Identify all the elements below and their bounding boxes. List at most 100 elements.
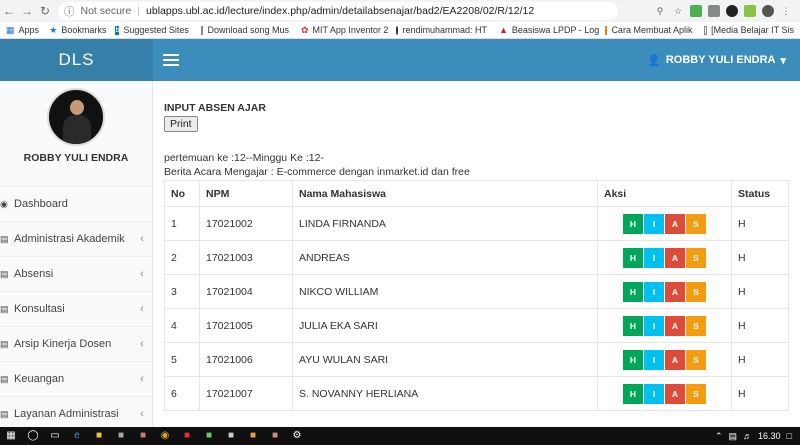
sidebar-item-absensi[interactable]: ▤ Absensi ‹ <box>0 256 152 291</box>
secure-label: Not secure <box>80 5 132 17</box>
sidebar-item-label: Dashboard <box>14 198 68 210</box>
profile-icon[interactable] <box>762 5 774 17</box>
aksi-button-h[interactable]: H <box>623 281 643 302</box>
aksi-button-s[interactable]: S <box>686 247 706 268</box>
windows-start-icon[interactable]: ▦ <box>2 429 20 443</box>
notification-icon[interactable]: □ <box>787 431 792 441</box>
chrome-icon[interactable]: ◉ <box>156 429 174 443</box>
store-icon[interactable]: ■ <box>112 429 130 443</box>
aksi-button-i[interactable]: I <box>644 213 664 234</box>
caret-down-icon: ▾ <box>780 54 786 67</box>
aksi-button-a[interactable]: A <box>665 247 685 268</box>
sidebar-item-administrasi-akademik[interactable]: ▤ Administrasi Akademik ‹ <box>0 221 152 256</box>
cell-aksi: HIAS <box>597 342 732 377</box>
aksi-button-h[interactable]: H <box>623 247 643 268</box>
aksi-button-s[interactable]: S <box>686 315 706 336</box>
aksi-button-s[interactable]: S <box>686 383 706 404</box>
sidebar-item-dashboard[interactable]: ◉ Dashboard <box>0 186 152 221</box>
reload-icon[interactable]: ↻ <box>36 4 54 18</box>
bookmark-suggested[interactable]: b Suggested Sites <box>109 25 194 35</box>
meeting-info: pertemuan ke :12--Minggu Ke :12- Berita … <box>164 151 800 179</box>
bookmark-download-song[interactable]: Download song Mus <box>195 25 295 35</box>
cell-no: 4 <box>164 308 200 343</box>
sidebar-item-arsip-kinerja[interactable]: ▤ Arsip Kinerja Dosen ‹ <box>0 326 152 361</box>
aksi-button-a[interactable]: A <box>665 383 685 404</box>
extension-icon[interactable] <box>690 5 702 17</box>
app-logo[interactable]: DLS <box>0 39 153 81</box>
volume-icon[interactable]: ♬ <box>743 431 752 441</box>
bookmark-lpdp[interactable]: ▲ Beasiswa LPDP - Log <box>493 25 599 35</box>
bookmarks-bar: ▦ Apps ★ Bookmarks b Suggested Sites Downlo… <box>0 22 800 39</box>
app-icon[interactable]: ■ <box>134 429 152 443</box>
aksi-button-i[interactable]: I <box>644 349 664 370</box>
cell-nama: ANDREAS <box>292 240 598 275</box>
terminal-icon[interactable]: ■ <box>200 429 218 443</box>
cell-no: 6 <box>164 376 200 411</box>
address-bar[interactable]: ⓘ Not secure | ublapps.ubl.ac.id/lecture… <box>58 2 618 20</box>
edge-icon[interactable]: e <box>68 429 86 443</box>
aksi-button-a[interactable]: A <box>665 315 685 336</box>
sidebar-item-layanan-administrasi[interactable]: ▤ Layanan Administrasi ‹ <box>0 396 152 427</box>
zoom-icon[interactable]: ⚲ <box>654 5 666 17</box>
aksi-button-s[interactable]: S <box>686 281 706 302</box>
aksi-button-i[interactable]: I <box>644 315 664 336</box>
bookmark-star-icon[interactable]: ☆ <box>672 5 684 17</box>
bookmark-mit[interactable]: ✿ MIT App Inventor 2 <box>295 25 390 35</box>
search-icon[interactable]: ◯ <box>24 429 42 443</box>
sidebar-item-label: Layanan Administrasi <box>14 408 119 420</box>
user-menu[interactable]: 👤 ROBBY YULI ENDRA ▾ <box>647 54 800 67</box>
camera-icon[interactable] <box>708 5 720 17</box>
tray-up-icon[interactable]: ⌃ <box>715 431 723 442</box>
sidebar-item-konsultasi[interactable]: ▤ Konsultasi ‹ <box>0 291 152 326</box>
cell-nama: NIKCO WILLIAM <box>292 274 598 309</box>
aksi-button-h[interactable]: H <box>623 349 643 370</box>
back-arrow-icon[interactable]: ← <box>0 4 18 18</box>
bookmark-bookmarks[interactable]: ★ Bookmarks <box>43 25 109 35</box>
bookmark-github[interactable]: rendimuhammad: HT <box>390 25 493 35</box>
sidebar-toggle-icon[interactable] <box>163 54 179 66</box>
media-icon[interactable]: ■ <box>178 429 196 443</box>
file-explorer-icon[interactable]: ■ <box>90 429 108 443</box>
extension-green-icon[interactable] <box>744 5 756 17</box>
task-view-icon[interactable]: ▭ <box>46 429 64 443</box>
sidebar-item-keuangan[interactable]: ▤ Keuangan ‹ <box>0 361 152 396</box>
bookmark-media-belajar[interactable]: [Media Belajar IT Sis <box>698 25 799 35</box>
page-title: INPUT ABSEN AJAR <box>164 102 266 114</box>
user-menu-name: ROBBY YULI ENDRA <box>665 54 776 66</box>
table-row: 2 17021003 ANDREAS H I A S H <box>164 240 789 275</box>
aksi-button-s[interactable]: S <box>686 213 706 234</box>
aksi-button-i[interactable]: I <box>644 281 664 302</box>
chat-icon: ▤ <box>0 303 9 314</box>
menu-dots-icon[interactable]: ⋮ <box>780 5 792 17</box>
bookmark-apps[interactable]: ▦ Apps <box>0 25 43 35</box>
blogger-icon <box>604 25 608 35</box>
chevron-left-icon: ‹ <box>140 233 144 245</box>
print-button[interactable]: Print <box>164 116 198 132</box>
table-body: 1 17021002 LINDA FIRNANDA H I A S H 2 17021003 AND… <box>164 206 789 411</box>
aksi-button-h[interactable]: H <box>623 383 643 404</box>
aksi-button-a[interactable]: A <box>665 213 685 234</box>
aksi-button-s[interactable]: S <box>686 349 706 370</box>
app3-icon[interactable]: ■ <box>266 429 284 443</box>
calculator-icon[interactable]: ■ <box>222 429 240 443</box>
forward-arrow-icon[interactable]: → <box>18 4 36 18</box>
cell-no: 5 <box>164 342 200 377</box>
aksi-button-a[interactable]: A <box>665 349 685 370</box>
sidebar-item-label: Keuangan <box>14 373 65 385</box>
chevron-left-icon: ‹ <box>140 373 144 385</box>
url-text[interactable]: ublapps.ubl.ac.id/lecture/index.php/admi… <box>146 5 534 17</box>
aksi-button-h[interactable]: H <box>623 315 643 336</box>
sidebar-user-name: ROBBY YULI ENDRA <box>23 152 129 164</box>
aksi-button-i[interactable]: I <box>644 383 664 404</box>
cell-npm: 17021006 <box>199 342 293 377</box>
record-icon[interactable] <box>726 5 738 17</box>
aksi-button-i[interactable]: I <box>644 247 664 268</box>
aksi-button-h[interactable]: H <box>623 213 643 234</box>
network-icon[interactable]: ▤ <box>729 431 738 442</box>
info-icon[interactable]: ⓘ <box>64 4 75 19</box>
bookmark-blogger[interactable]: Cara Membuat Aplik <box>599 25 699 35</box>
settings-icon[interactable]: ⚙ <box>288 429 306 443</box>
app2-icon[interactable]: ■ <box>244 429 262 443</box>
clock[interactable]: 16.30 <box>758 431 781 441</box>
aksi-button-a[interactable]: A <box>665 281 685 302</box>
